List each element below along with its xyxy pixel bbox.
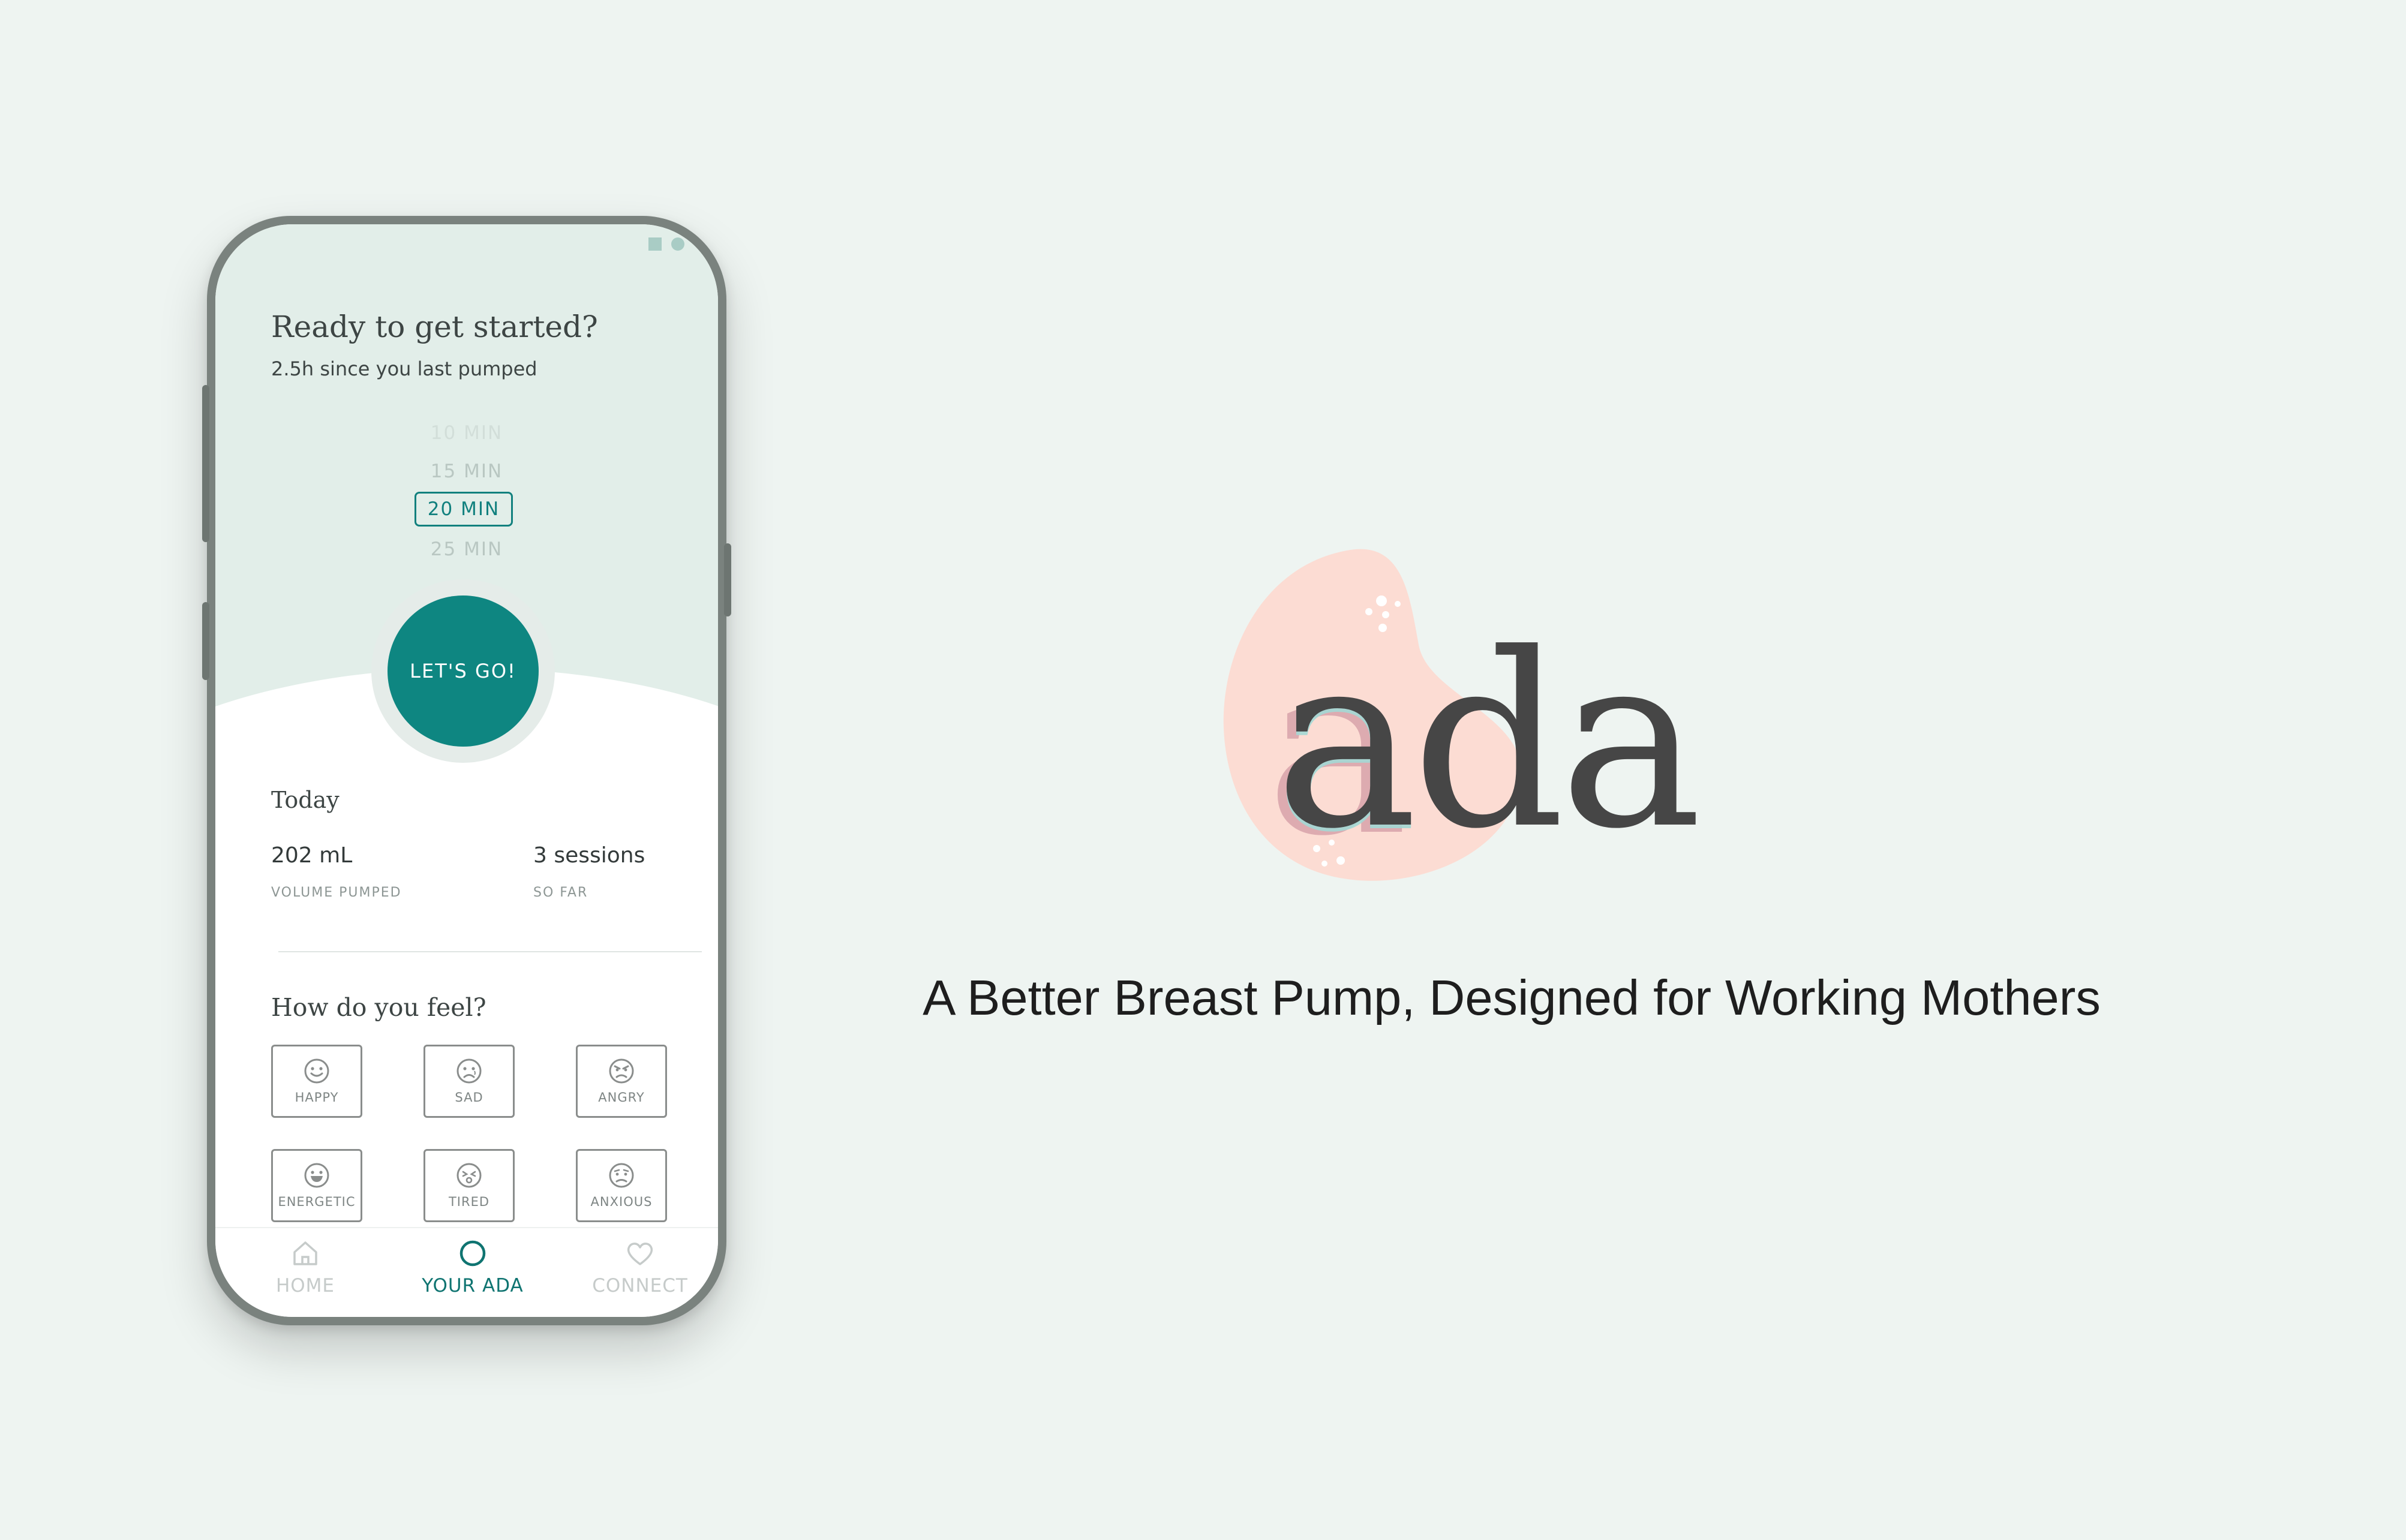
sessions-label: SO FAR (533, 885, 588, 900)
volume-value: 202 mL (271, 843, 353, 868)
phone-mockup: Ready to get started? 2.5h since you las… (202, 216, 731, 1325)
mood-angry-button[interactable]: ANGRY (576, 1045, 667, 1118)
mood-label: TIRED (448, 1195, 490, 1209)
nav-home[interactable]: HOME (233, 1237, 377, 1297)
mood-sad-button[interactable]: SAD (423, 1045, 515, 1118)
ada-circle-icon (459, 1240, 486, 1267)
ada-logo: a a ada (1218, 543, 1860, 891)
grin-icon (304, 1163, 329, 1188)
sad-face-icon (456, 1058, 482, 1084)
timer-option-selected[interactable]: 20 MIN (414, 492, 513, 527)
mood-tired-button[interactable]: TIRED (423, 1149, 515, 1222)
timer-option-15[interactable]: 15 MIN (215, 461, 718, 482)
mood-label: ANXIOUS (590, 1195, 653, 1209)
nav-connect[interactable]: CONNECT (568, 1237, 712, 1297)
mood-label: ENERGETIC (278, 1195, 356, 1209)
anxious-face-icon (609, 1163, 634, 1188)
mood-label: SAD (455, 1090, 483, 1105)
phone-volume-up-button (202, 385, 209, 542)
greeting-title: Ready to get started? (271, 309, 598, 344)
status-bar (648, 237, 684, 251)
battery-icon (671, 237, 684, 251)
last-pumped-text: 2.5h since you last pumped (271, 357, 537, 380)
home-icon (293, 1241, 317, 1265)
app-screen: Ready to get started? 2.5h since you las… (215, 224, 718, 1317)
bottom-nav: HOME YOUR ADA CONNECT (215, 1227, 718, 1317)
nav-home-label: HOME (275, 1275, 335, 1297)
lets-go-button[interactable]: LET'S GO! (388, 595, 539, 747)
heart-icon (627, 1243, 653, 1265)
tagline: A Better Breast Pump, Designed for Worki… (923, 970, 2101, 1025)
angry-face-icon (609, 1058, 634, 1084)
timer-option-10[interactable]: 10 MIN (215, 422, 718, 444)
smile-icon (304, 1058, 329, 1084)
today-heading: Today (271, 787, 340, 813)
mood-label: ANGRY (598, 1090, 645, 1105)
timer-option-25[interactable]: 25 MIN (215, 539, 718, 560)
phone-power-button (724, 543, 731, 616)
logo-wordmark: ada (1275, 603, 1698, 882)
logo-artwork: a a ada (1223, 549, 1704, 889)
section-divider (278, 951, 702, 952)
volume-label: VOLUME PUMPED (271, 885, 402, 900)
signal-icon (648, 237, 662, 251)
mood-happy-button[interactable]: HAPPY (271, 1045, 362, 1118)
mood-energetic-button[interactable]: ENERGETIC (271, 1149, 362, 1222)
mood-anxious-button[interactable]: ANXIOUS (576, 1149, 667, 1222)
nav-your-ada[interactable]: YOUR ADA (401, 1237, 545, 1297)
phone-volume-down-button (202, 602, 209, 680)
nav-connect-label: CONNECT (592, 1275, 688, 1297)
feel-heading: How do you feel? (271, 993, 486, 1022)
mood-label: HAPPY (295, 1090, 339, 1105)
tired-face-icon (456, 1163, 482, 1188)
sessions-value: 3 sessions (533, 843, 645, 868)
nav-your-ada-label: YOUR ADA (422, 1275, 524, 1297)
